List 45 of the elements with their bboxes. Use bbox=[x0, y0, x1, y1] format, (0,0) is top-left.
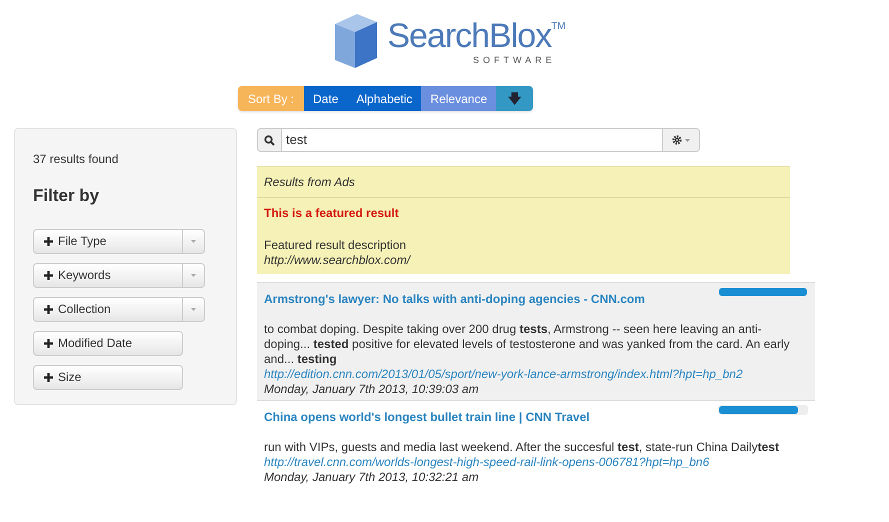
sort-order-button[interactable]: 🡇 bbox=[496, 86, 534, 111]
result-snippet: run with VIPs, guests and media last weekend. After the succesful test, state-run China Dailytest bbox=[264, 440, 780, 455]
plus-icon bbox=[44, 236, 53, 246]
search-icon bbox=[264, 134, 275, 146]
featured-description: Featured result description bbox=[263, 238, 408, 253]
trademark-mark: TM bbox=[551, 20, 566, 32]
featured-url: http://www.searchblox.com/ bbox=[263, 253, 412, 269]
filter-button[interactable]: Keywords bbox=[33, 262, 183, 288]
caret-icon bbox=[191, 240, 196, 242]
caret-icon bbox=[191, 274, 196, 276]
sort-option[interactable]: Relevance bbox=[421, 86, 496, 111]
sort-option[interactable]: Alphabetic bbox=[347, 86, 422, 111]
caret-icon bbox=[685, 138, 690, 142]
result-snippet: to combat doping. Despite taking over 200 drug tests, Armstrong -- seen here leaving an anti-doping... tested positive for elevated levels of testosterone and was yanked from the card. An early and... testing bbox=[264, 322, 791, 367]
logo-wordmark: SearchBlox bbox=[387, 17, 552, 55]
filter-button[interactable]: File Type bbox=[33, 228, 183, 254]
filter-button[interactable]: Size bbox=[33, 364, 183, 390]
caret-icon bbox=[191, 308, 196, 310]
results-count: 37 results found bbox=[33, 151, 120, 168]
cube-logo-icon bbox=[333, 12, 380, 70]
result-url-link[interactable]: http://edition.cnn.com/2013/01/05/sport/new-york-lance-armstrong/index.html?hpt=hp_bn2 bbox=[264, 367, 808, 382]
plus-icon bbox=[44, 372, 53, 382]
result-url-link[interactable]: http://travel.cnn.com/worlds-longest-high-speed-rail-link-opens-006781?hpt=hp_bn6 bbox=[264, 455, 808, 470]
result-title-link[interactable]: Armstrong's lawyer: No talks with anti-doping agencies - CNN.com bbox=[264, 290, 645, 308]
plus-icon bbox=[44, 304, 53, 314]
logo-tagline: SOFTWARE bbox=[472, 55, 556, 65]
ads-heading: Results from Ads bbox=[257, 167, 790, 198]
search-field[interactable]: test bbox=[282, 128, 662, 152]
plus-icon bbox=[44, 338, 53, 348]
settings-icon bbox=[672, 135, 682, 145]
dropdown-toggle[interactable] bbox=[183, 296, 205, 322]
dropdown-toggle[interactable] bbox=[183, 262, 205, 288]
result-date: Monday, January 7th 2013, 10:32:21 am bbox=[264, 470, 480, 485]
dropdown-toggle[interactable] bbox=[183, 228, 205, 254]
sort-option[interactable]: Date bbox=[304, 86, 348, 111]
search-button[interactable] bbox=[257, 128, 282, 152]
sort-label: Sort By : bbox=[238, 86, 304, 111]
featured-title: This is a featured result bbox=[263, 205, 400, 222]
filter-button[interactable]: Modified Date bbox=[33, 330, 183, 356]
settings-button[interactable] bbox=[662, 128, 700, 152]
filter-heading: Filter by bbox=[33, 185, 100, 207]
result-title-link[interactable]: China opens world's longest bullet train line | CNN Travel bbox=[264, 408, 590, 426]
plus-icon bbox=[44, 270, 53, 280]
filter-button[interactable]: Collection bbox=[33, 296, 183, 322]
result-date: Monday, January 7th 2013, 10:39:03 am bbox=[264, 382, 480, 397]
